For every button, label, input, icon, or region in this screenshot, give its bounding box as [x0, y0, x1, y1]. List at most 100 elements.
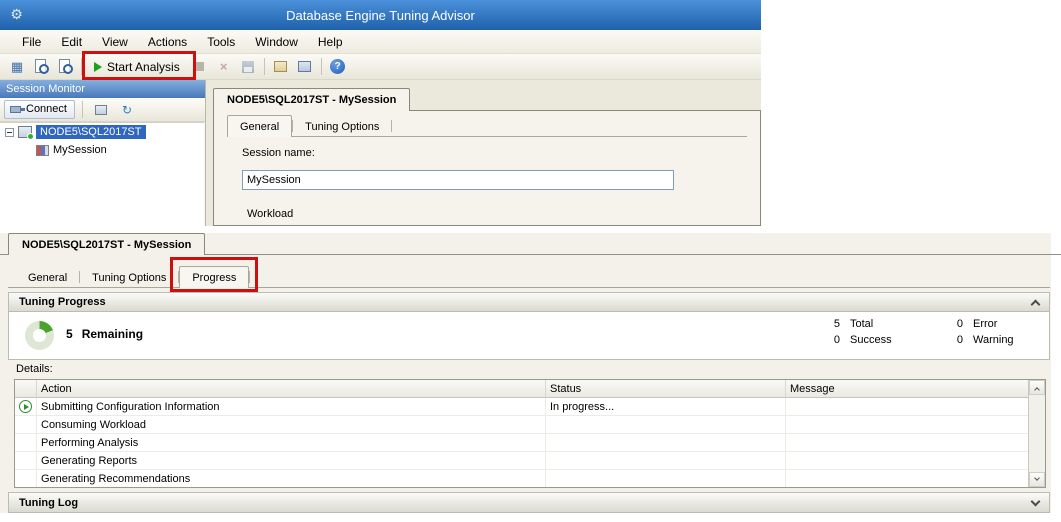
view-session-button[interactable] [54, 56, 76, 78]
cell-message [786, 434, 1028, 451]
document-tab-session[interactable]: NODE5\SQL2017ST - MySession [8, 233, 205, 255]
stat-success-label: Success [850, 334, 892, 346]
document-tab-label: NODE5\SQL2017ST - MySession [22, 239, 191, 251]
server-options-icon [95, 105, 107, 115]
new-session-icon: ▦ [11, 60, 23, 73]
connect-icon [10, 106, 21, 113]
close-session-button[interactable]: × [213, 56, 235, 78]
tuning-log-title: Tuning Log [19, 497, 78, 509]
session-tree: NODE5\SQL2017ST MySession [0, 122, 204, 226]
stats-column-right: 0 Error 0 Warning [947, 318, 1014, 346]
server-options-button[interactable] [90, 99, 112, 121]
tab-tuning-options[interactable]: Tuning Options [293, 117, 391, 136]
help-button[interactable] [327, 56, 349, 78]
collapse-expander-icon[interactable] [5, 128, 14, 137]
stats-column-left: 5 Total 0 Success [824, 318, 892, 346]
document-tab-session[interactable]: NODE5\SQL2017ST - MySession [213, 88, 410, 111]
cell-status [546, 452, 786, 469]
highlight-box-start-analysis [82, 51, 196, 80]
open-session-button[interactable] [30, 56, 52, 78]
highlight-box-progress-tab [170, 257, 258, 292]
stat-total: 5 Total [824, 318, 892, 330]
cell-status [546, 470, 786, 487]
table-row[interactable]: Performing Analysis [15, 434, 1028, 452]
view-session-icon [58, 59, 73, 74]
row-icon-cell [15, 470, 37, 487]
session-name-input[interactable] [242, 170, 674, 190]
new-session-button[interactable]: ▦ [6, 56, 28, 78]
cell-action: Generating Reports [37, 452, 546, 469]
progress-tab-strip: General Tuning Options Progress [8, 262, 1050, 288]
toolbar-separator [82, 101, 83, 118]
menu-item-view[interactable]: View [92, 31, 138, 53]
column-header-message[interactable]: Message [786, 380, 1028, 397]
stat-success-value: 0 [824, 334, 840, 346]
tab-general[interactable]: General [16, 268, 79, 287]
scroll-up-button[interactable] [1029, 380, 1045, 395]
row-icon-cell [15, 416, 37, 433]
table-row[interactable]: Consuming Workload [15, 416, 1028, 434]
progress-summary-panel: 5 Remaining 5 Total 0 Success 0 Error 0 … [8, 312, 1050, 360]
connect-label: Connect [26, 103, 67, 115]
collapse-chevron-icon[interactable] [1031, 299, 1041, 309]
tree-node-server[interactable]: NODE5\SQL2017ST [0, 123, 204, 141]
save-button[interactable] [237, 56, 259, 78]
cell-message [786, 398, 1028, 415]
cell-message [786, 416, 1028, 433]
chevron-up-icon [1034, 387, 1040, 393]
column-header-action[interactable]: Action [37, 380, 546, 397]
editor-tab-strip: General Tuning Options [227, 116, 747, 137]
scroll-down-button[interactable] [1029, 472, 1045, 487]
session-node-label: MySession [53, 144, 107, 156]
tab-general[interactable]: General [227, 115, 292, 137]
menu-item-help[interactable]: Help [308, 31, 353, 53]
cell-action: Consuming Workload [37, 416, 546, 433]
tuning-progress-section-header[interactable]: Tuning Progress [8, 292, 1050, 312]
stat-total-label: Total [850, 318, 873, 330]
progress-donut-icon [25, 321, 54, 350]
menu-item-tools[interactable]: Tools [197, 31, 245, 53]
workload-label: Workload [247, 208, 293, 220]
tuning-log-section-header[interactable]: Tuning Log [8, 492, 1050, 513]
menu-item-actions[interactable]: Actions [138, 31, 197, 53]
cell-status [546, 434, 786, 451]
tree-node-session[interactable]: MySession [0, 141, 204, 159]
stat-warning-value: 0 [947, 334, 963, 346]
stat-warning-label: Warning [973, 334, 1014, 346]
tab-tuning-options[interactable]: Tuning Options [80, 268, 178, 287]
row-icon-cell [15, 452, 37, 469]
expand-chevron-icon[interactable] [1031, 496, 1041, 506]
remaining-label: Remaining [82, 327, 143, 341]
screenshot-page: ⚙ Database Engine Tuning Advisor File Ed… [0, 0, 1061, 522]
table-row[interactable]: Generating Recommendations [15, 470, 1028, 488]
stat-error: 0 Error [947, 318, 1014, 330]
menu-item-file[interactable]: File [12, 31, 51, 53]
chevron-down-icon [1034, 475, 1040, 481]
session-monitor-header: Session Monitor [0, 80, 205, 98]
import-workload-button[interactable] [270, 56, 292, 78]
table-row[interactable]: Generating Reports [15, 452, 1028, 470]
cell-action: Performing Analysis [37, 434, 546, 451]
tuning-options-button[interactable] [294, 56, 316, 78]
document-tab-label: NODE5\SQL2017ST - MySession [227, 94, 396, 106]
refresh-button[interactable]: ↻ [116, 99, 138, 121]
tab-separator [391, 120, 392, 132]
table-scrollbar[interactable] [1028, 380, 1045, 487]
window-title: Database Engine Tuning Advisor [0, 8, 761, 23]
remaining-counter: 5 Remaining [66, 327, 143, 341]
titlebar: ⚙ Database Engine Tuning Advisor [0, 0, 761, 30]
stat-total-value: 5 [824, 318, 840, 330]
connect-button[interactable]: Connect [4, 100, 75, 119]
row-icon-cell [15, 434, 37, 451]
column-header-icon [15, 380, 37, 397]
menu-item-window[interactable]: Window [245, 31, 308, 53]
server-icon [18, 126, 32, 138]
refresh-icon: ↻ [122, 104, 132, 116]
stat-success: 0 Success [824, 334, 892, 346]
column-header-status[interactable]: Status [546, 380, 786, 397]
table-row[interactable]: Submitting Configuration Information In … [15, 398, 1028, 416]
stat-error-label: Error [973, 318, 997, 330]
session-icon [36, 145, 49, 156]
menu-item-edit[interactable]: Edit [51, 31, 92, 53]
import-workload-icon [274, 61, 287, 72]
